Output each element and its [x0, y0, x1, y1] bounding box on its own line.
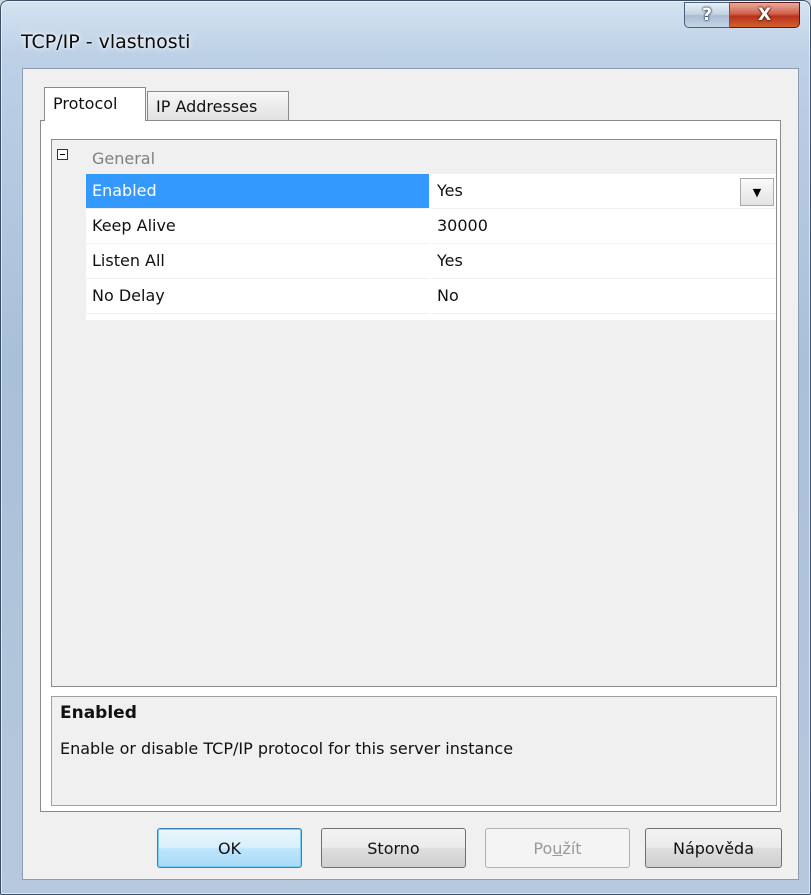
- window-title: TCP/IP - vlastnosti: [21, 31, 191, 53]
- property-grid[interactable]: General Enabled Yes ▼ Keep Alive 30000 L…: [51, 139, 777, 687]
- property-grid-rows: General Enabled Yes ▼ Keep Alive 30000 L…: [52, 140, 776, 320]
- property-value[interactable]: 30000: [431, 209, 776, 244]
- property-row-listen-all[interactable]: Listen All Yes: [86, 244, 776, 279]
- property-name: Enabled: [86, 174, 429, 209]
- property-value[interactable]: Yes: [431, 244, 776, 279]
- property-value[interactable]: No: [431, 279, 776, 314]
- tab-protocol[interactable]: Protocol: [44, 87, 146, 121]
- property-row-keep-alive[interactable]: Keep Alive 30000: [86, 209, 776, 244]
- property-row-no-delay[interactable]: No Delay No: [86, 279, 776, 314]
- property-row-enabled[interactable]: Enabled Yes ▼: [86, 174, 776, 209]
- property-name: Keep Alive: [86, 209, 429, 244]
- close-icon[interactable]: X: [730, 2, 800, 28]
- collapse-icon[interactable]: [57, 149, 68, 160]
- property-name: Listen All: [86, 244, 429, 279]
- description-pane: Enabled Enable or disable TCP/IP protoco…: [51, 696, 777, 806]
- dropdown-arrow-icon[interactable]: ▼: [740, 178, 774, 206]
- caption-buttons: ? X: [684, 2, 800, 28]
- category-label: General: [92, 149, 156, 168]
- category-row-general[interactable]: General: [86, 140, 776, 174]
- ok-button[interactable]: OK: [157, 828, 302, 868]
- property-value-text: Yes: [437, 181, 463, 200]
- apply-label-post: žít: [562, 838, 582, 858]
- title-bar[interactable]: TCP/IP - vlastnosti ? X: [1, 1, 810, 69]
- property-name: No Delay: [86, 279, 429, 314]
- property-value[interactable]: Yes ▼: [431, 174, 776, 209]
- dialog-client-area: Protocol IP Addresses General Enabled Ye…: [22, 68, 799, 880]
- tab-panel: General Enabled Yes ▼ Keep Alive 30000 L…: [40, 120, 781, 812]
- description-text: Enable or disable TCP/IP protocol for th…: [60, 739, 514, 758]
- description-title: Enabled: [60, 703, 137, 723]
- tab-ip-addresses[interactable]: IP Addresses: [147, 91, 289, 120]
- dialog-window: TCP/IP - vlastnosti ? X Protocol IP Addr…: [0, 0, 811, 895]
- property-grid-gutter: [52, 140, 86, 320]
- apply-label-accel: u: [552, 838, 563, 858]
- apply-label-pre: Po: [533, 838, 553, 858]
- apply-button[interactable]: Po u žít: [485, 828, 630, 868]
- help-button[interactable]: Nápověda: [645, 828, 782, 868]
- help-icon[interactable]: ?: [684, 2, 730, 28]
- cancel-button[interactable]: Storno: [321, 828, 466, 868]
